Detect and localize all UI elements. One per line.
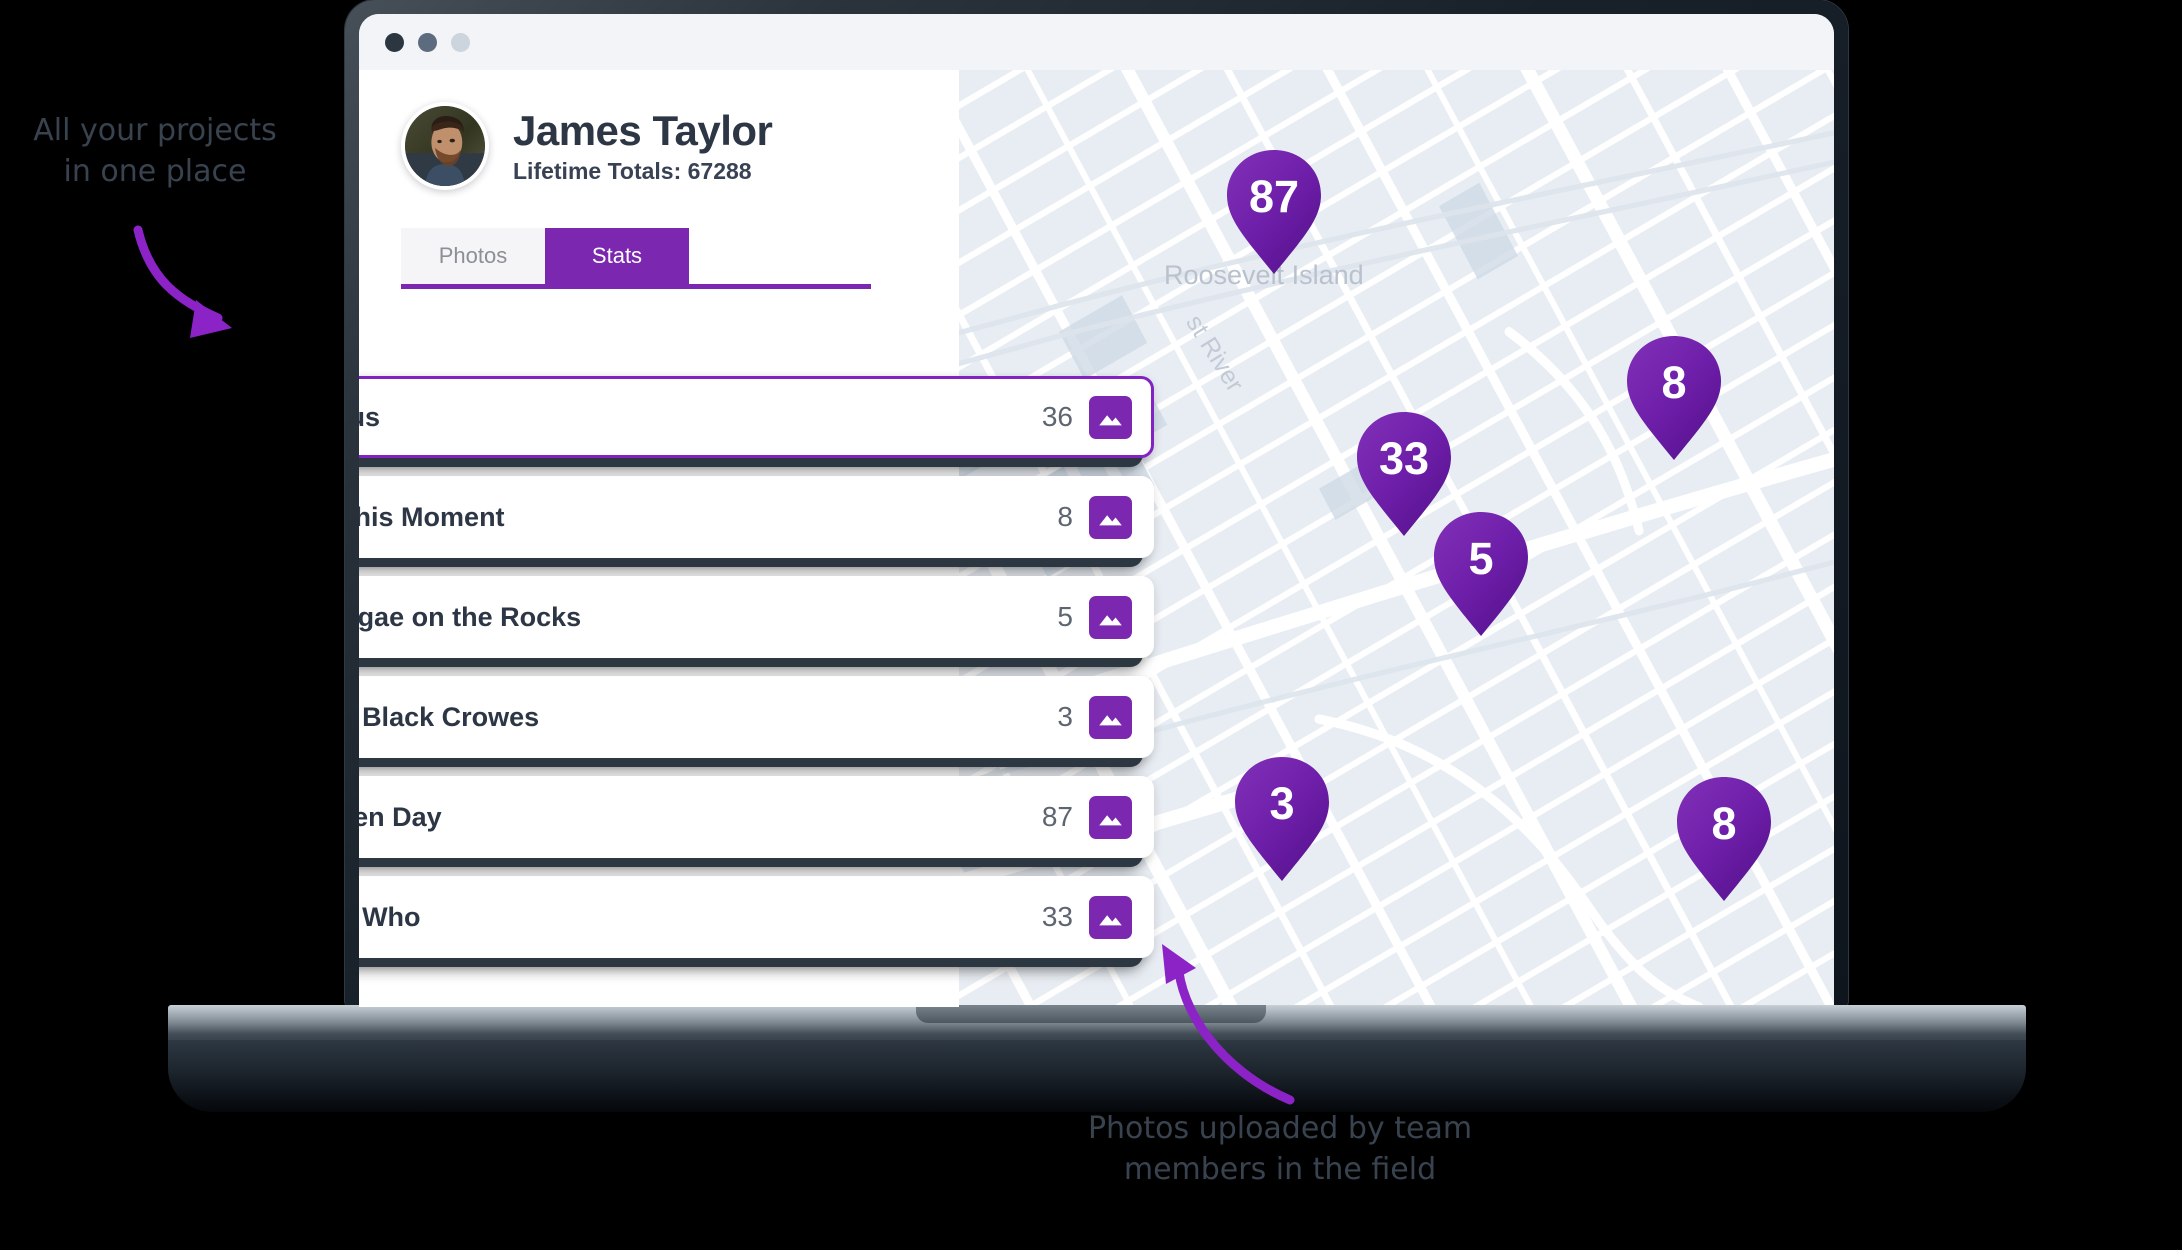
photo-count: 36	[1041, 401, 1073, 432]
profile-header: James Taylor Lifetime Totals: 67288	[359, 70, 959, 190]
laptop-foot	[168, 1040, 2026, 1112]
image-icon[interactable]	[1089, 795, 1132, 839]
image-icon-glyph	[1099, 514, 1122, 525]
image-icon[interactable]	[1089, 495, 1132, 539]
project-title: 07/28 - Green Day	[359, 801, 442, 832]
list-item[interactable]: 04/25 - Lotus 36	[359, 376, 1154, 458]
project-title: 05/17 - In This Moment	[359, 501, 505, 532]
image-icon[interactable]	[1089, 595, 1132, 639]
project-title: 08/31 - The Black Crowes	[359, 701, 540, 732]
photo-count: 8	[1057, 501, 1073, 532]
annotation-photos: Photos uploaded by team members in the f…	[1087, 1111, 1473, 1188]
list-item[interactable]: 05/17 - In This Moment 8	[359, 476, 1154, 558]
map-pin[interactable]: 87	[1225, 148, 1323, 276]
tab-stats[interactable]: Stats	[545, 228, 689, 284]
arrow-top-left-curve	[133, 225, 223, 323]
map-pin-count: 87	[1248, 171, 1300, 222]
map-pin-count: 3	[1269, 778, 1295, 829]
window-title-bar	[359, 14, 1834, 70]
map-pin[interactable]: 8	[1625, 334, 1723, 462]
image-icon[interactable]	[1089, 895, 1132, 939]
avatar-photo	[405, 106, 485, 186]
project-title: 05/02 - The Who	[359, 901, 421, 932]
map-pin[interactable]: 3	[1233, 755, 1331, 883]
map-pin[interactable]: 8	[1675, 775, 1773, 903]
annotation-projects: All your projects in one place	[33, 113, 277, 190]
close-dot[interactable]	[385, 32, 404, 52]
tab-photos[interactable]: Photos	[401, 228, 545, 284]
project-title: 08/22 - Reggae on the Rocks	[359, 601, 582, 632]
profile-lifetime-totals: Lifetime Totals: 67288	[513, 158, 752, 185]
profile-text: James Taylor Lifetime Totals: 67288	[513, 106, 773, 185]
image-icon-glyph	[1099, 914, 1122, 925]
profile-name: James Taylor	[513, 106, 773, 154]
image-icon-glyph	[1099, 414, 1122, 425]
image-icon-glyph	[1099, 614, 1122, 625]
tab-bar: Photos Stats	[401, 228, 871, 289]
laptop-hinge-notch	[916, 1005, 1266, 1023]
project-list: 04/25 - Lotus 36 05/17 - In This Moment …	[359, 376, 1154, 976]
avatar[interactable]	[401, 102, 489, 190]
map-pin-count: 8	[1711, 798, 1737, 849]
photo-count: 33	[1041, 901, 1073, 932]
photo-count: 87	[1041, 801, 1073, 832]
map-pin-count: 8	[1661, 357, 1687, 408]
list-item[interactable]: 08/22 - Reggae on the Rocks 5	[359, 576, 1154, 658]
screenshot-stage: Roosevelt Island st River James Taylor L…	[0, 0, 2182, 1250]
list-item[interactable]: 07/28 - Green Day 87	[359, 776, 1154, 858]
arrow-top-left-head	[190, 300, 232, 338]
minimize-dot[interactable]	[418, 32, 437, 52]
project-title: 04/25 - Lotus	[359, 401, 381, 432]
image-icon[interactable]	[1089, 395, 1132, 439]
app-body: Roosevelt Island st River James Taylor L…	[359, 70, 1834, 1007]
photo-count: 5	[1057, 601, 1073, 632]
image-icon-glyph	[1099, 814, 1122, 825]
map-pin[interactable]: 5	[1432, 510, 1530, 638]
laptop-screen: Roosevelt Island st River James Taylor L…	[359, 14, 1834, 1007]
image-icon-glyph	[1099, 714, 1122, 725]
maximize-dot[interactable]	[451, 32, 470, 52]
map-pin-count: 5	[1468, 533, 1494, 584]
list-item[interactable]: 05/02 - The Who 33	[359, 876, 1154, 958]
photo-count: 3	[1057, 701, 1073, 732]
image-icon[interactable]	[1089, 695, 1132, 739]
map-pin-count: 33	[1378, 433, 1430, 484]
laptop-lid: Roosevelt Island st River James Taylor L…	[345, 0, 1848, 1007]
list-item[interactable]: 08/31 - The Black Crowes 3	[359, 676, 1154, 758]
